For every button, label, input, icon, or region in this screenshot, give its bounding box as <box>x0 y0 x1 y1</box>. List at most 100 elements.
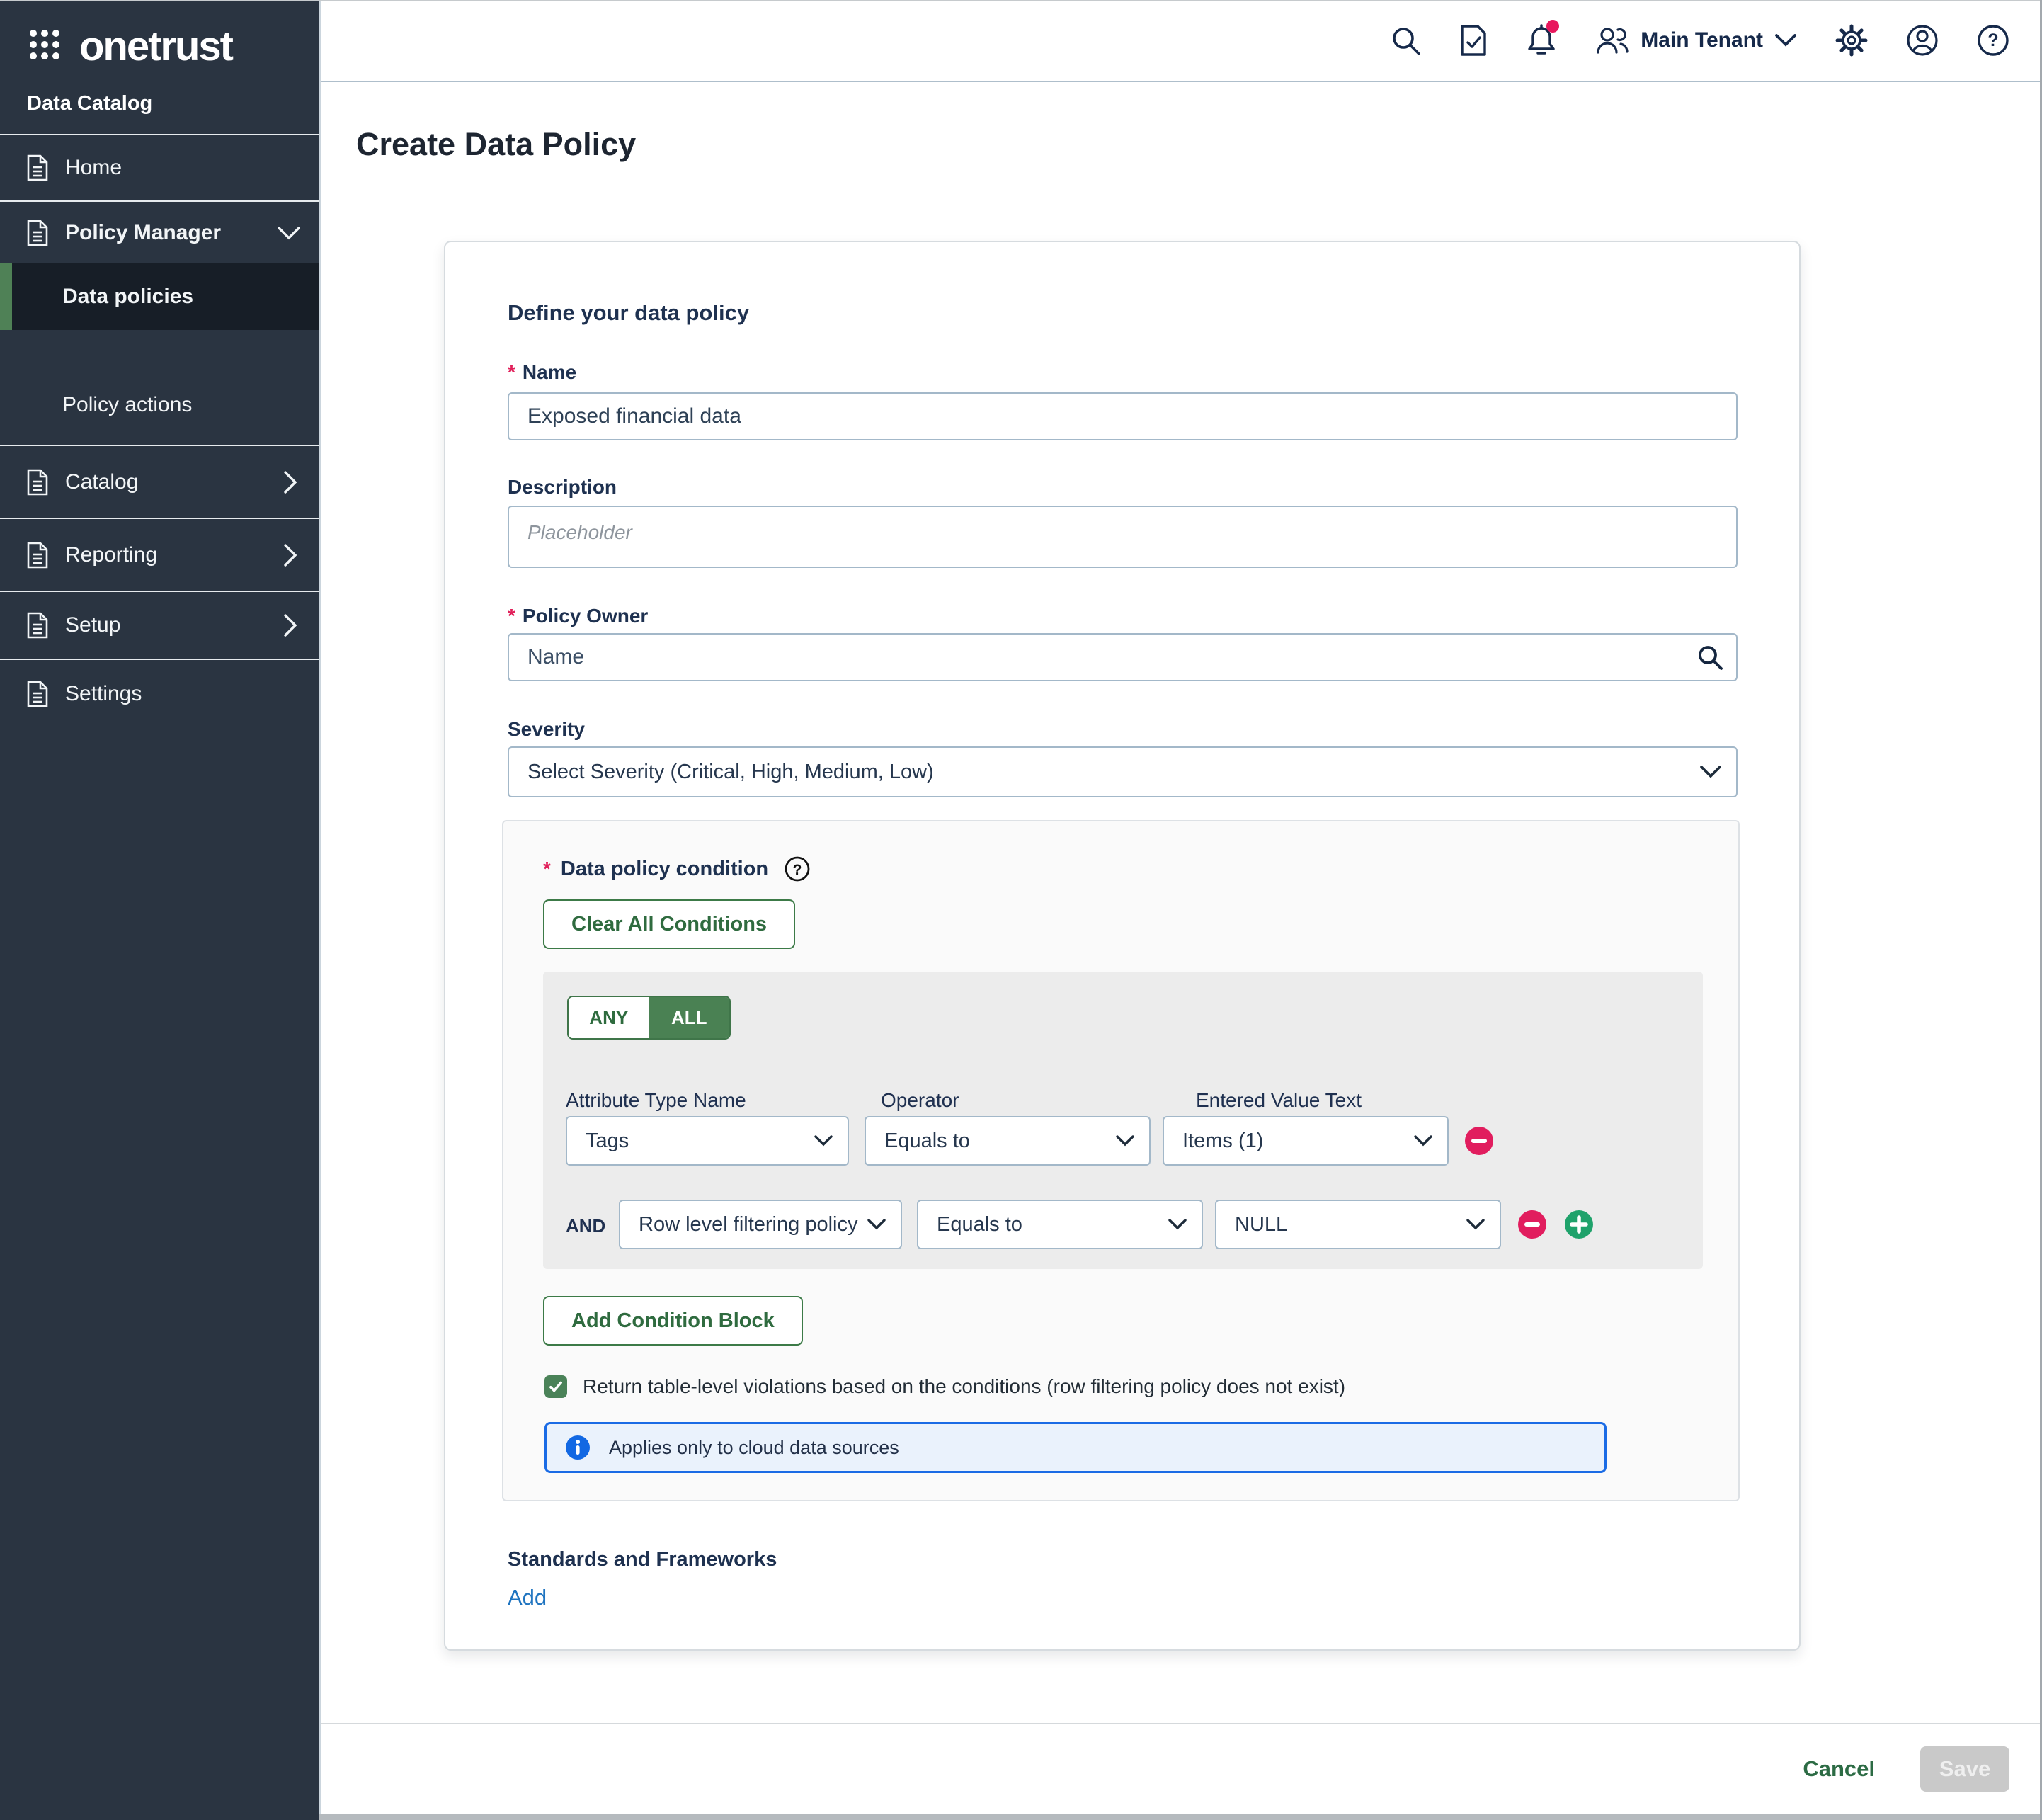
section-title: Define your data policy <box>508 300 749 326</box>
sidebar-item-label: Home <box>65 156 122 180</box>
info-text: Applies only to cloud data sources <box>609 1437 899 1459</box>
sidebar-item-policy-manager[interactable]: Policy Manager <box>0 202 319 263</box>
column-label-value: Entered Value Text <box>1196 1089 1362 1112</box>
description-input[interactable] <box>508 506 1738 568</box>
sidebar-item-label: Reporting <box>65 543 157 567</box>
account-icon[interactable] <box>1906 24 1939 57</box>
name-input[interactable] <box>508 392 1738 440</box>
sidebar-item-home[interactable]: Home <box>0 135 319 200</box>
sidebar-item-setup[interactable]: Setup <box>0 592 319 659</box>
required-marker: * <box>508 361 515 384</box>
standards-label: Standards and Frameworks <box>508 1548 777 1571</box>
operator-select-row2[interactable]: Equals to <box>917 1200 1203 1249</box>
page-title: Create Data Policy <box>356 126 636 163</box>
value-select-row2[interactable]: NULL <box>1215 1200 1501 1249</box>
notifications-bell-icon[interactable] <box>1526 23 1557 57</box>
chevron-down-icon <box>1699 765 1722 779</box>
add-condition-block-button[interactable]: Add Condition Block <box>543 1296 803 1346</box>
required-marker: * <box>508 605 515 627</box>
document-icon <box>25 220 50 246</box>
column-label-attribute: Attribute Type Name <box>566 1089 746 1112</box>
gear-icon[interactable] <box>1835 24 1868 57</box>
chevron-down-icon <box>1168 1218 1187 1231</box>
value-select-row1[interactable]: Items (1) <box>1163 1116 1449 1166</box>
horizontal-scrollbar[interactable] <box>319 1814 2042 1820</box>
document-icon <box>25 469 50 496</box>
remove-condition-icon[interactable] <box>1464 1126 1494 1156</box>
attribute-select-row1[interactable]: Tags <box>566 1116 849 1166</box>
checkbox-label: Return table-level violations based on t… <box>583 1375 1345 1398</box>
standards-add-link[interactable]: Add <box>508 1585 547 1610</box>
notification-dot <box>1546 19 1560 37</box>
conjunction-label: AND <box>566 1215 605 1237</box>
tenant-switcher[interactable]: Main Tenant <box>1595 25 1797 55</box>
sidebar-item-label: Policy actions <box>62 393 192 417</box>
help-circle-icon[interactable]: ? <box>784 855 811 882</box>
document-icon <box>25 681 50 707</box>
data-policy-condition-section: * Data policy condition ? Clear All Cond… <box>502 820 1740 1501</box>
chevron-right-icon <box>283 470 298 494</box>
chevron-down-icon <box>867 1218 886 1231</box>
sidebar-item-policy-actions[interactable]: Policy actions <box>0 330 319 445</box>
sidebar-item-reporting[interactable]: Reporting <box>0 519 319 591</box>
sidebar-item-label: Data policies <box>62 285 193 309</box>
sidebar-item-label: Catalog <box>65 470 138 494</box>
document-check-icon[interactable] <box>1459 24 1488 57</box>
search-icon[interactable] <box>1390 25 1421 56</box>
svg-text:?: ? <box>1987 30 1998 50</box>
document-icon <box>25 542 50 569</box>
info-banner: Applies only to cloud data sources <box>544 1422 1607 1473</box>
top-header-bar: Main Tenant <box>321 0 2042 82</box>
condition-group: ANY ALL Attribute Type Name Operator Ent… <box>543 972 1703 1269</box>
attribute-select-row2[interactable]: Row level filtering policy <box>619 1200 902 1249</box>
clear-all-conditions-button[interactable]: Clear All Conditions <box>543 899 795 949</box>
product-label: Data Catalog <box>0 71 319 134</box>
sidebar-item-label: Policy Manager <box>65 221 221 245</box>
info-icon <box>565 1435 591 1460</box>
chevron-down-icon <box>277 225 301 241</box>
operator-select-row1[interactable]: Equals to <box>865 1116 1151 1166</box>
cancel-button[interactable]: Cancel <box>1803 1756 1875 1782</box>
chevron-down-icon <box>1466 1218 1485 1231</box>
sidebar-item-settings[interactable]: Settings <box>0 660 319 728</box>
document-icon <box>25 154 50 181</box>
condition-label: Data policy condition <box>561 858 768 881</box>
tenant-label: Main Tenant <box>1641 28 1763 52</box>
sidebar-item-data-policies[interactable]: Data policies <box>0 263 319 330</box>
any-all-toggle[interactable]: ANY ALL <box>567 996 731 1040</box>
save-button[interactable]: Save <box>1920 1746 2009 1792</box>
chevron-down-icon <box>814 1134 833 1147</box>
severity-select[interactable]: Select Severity (Critical, High, Medium,… <box>508 746 1738 797</box>
footer-bar: Cancel Save <box>321 1723 2042 1814</box>
sidebar-item-label: Settings <box>65 682 142 706</box>
help-icon[interactable]: ? <box>1977 24 2009 57</box>
policy-owner-input[interactable] <box>508 633 1738 681</box>
onetrust-dots-logo-icon <box>28 28 62 65</box>
sidebar-item-label: Setup <box>65 613 120 637</box>
create-policy-card: Define your data policy * Name Descripti… <box>444 241 1801 1651</box>
description-label: Description <box>508 476 617 499</box>
chevron-down-icon <box>1774 33 1797 47</box>
brand-wordmark: onetrust <box>79 23 232 70</box>
table-level-violations-checkbox[interactable] <box>544 1375 567 1398</box>
name-label: * Name <box>508 361 576 384</box>
chevron-down-icon <box>1413 1134 1433 1147</box>
window-top-edge <box>0 0 2042 1</box>
toggle-all[interactable]: ALL <box>649 997 730 1038</box>
chevron-right-icon <box>283 613 298 637</box>
add-condition-icon[interactable] <box>1564 1210 1594 1239</box>
policy-owner-field <box>508 633 1738 681</box>
severity-label: Severity <box>508 718 585 741</box>
toggle-any[interactable]: ANY <box>569 997 649 1038</box>
remove-condition-icon[interactable] <box>1517 1210 1547 1239</box>
policy-owner-label: * Policy Owner <box>508 605 648 627</box>
chevron-down-icon <box>1115 1134 1135 1147</box>
chevron-right-icon <box>283 543 298 567</box>
content-left-divider <box>319 0 321 1820</box>
brand-logo: onetrust <box>0 0 319 71</box>
required-marker: * <box>543 858 551 880</box>
sidebar-item-catalog[interactable]: Catalog <box>0 446 319 518</box>
tenant-people-icon <box>1595 25 1629 55</box>
sidebar: onetrust Data Catalog Home Policy Manage… <box>0 0 319 1820</box>
search-icon[interactable] <box>1696 644 1723 674</box>
